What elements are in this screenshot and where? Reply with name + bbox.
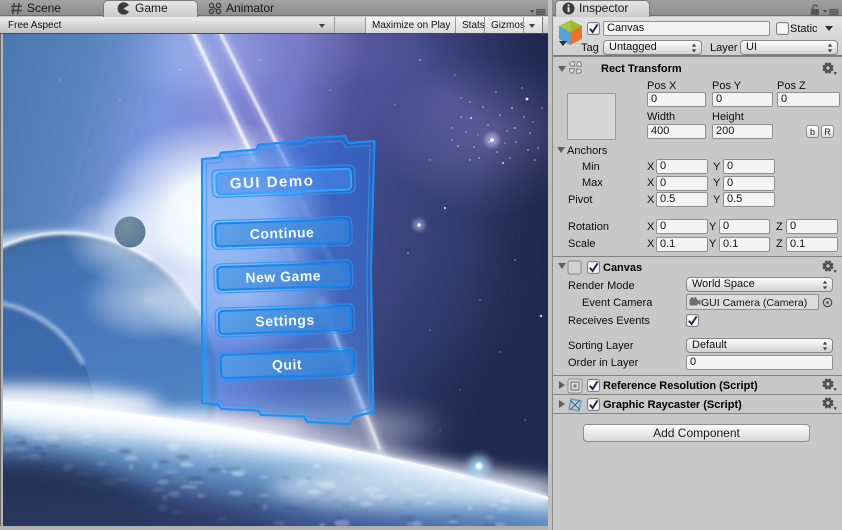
svg-text:New Game: New Game	[245, 267, 321, 285]
svg-text:Continue: Continue	[249, 224, 314, 242]
svg-text:Quit: Quit	[272, 356, 302, 373]
svg-text:GUI Demo: GUI Demo	[230, 172, 315, 192]
svg-text:Settings: Settings	[255, 312, 315, 330]
